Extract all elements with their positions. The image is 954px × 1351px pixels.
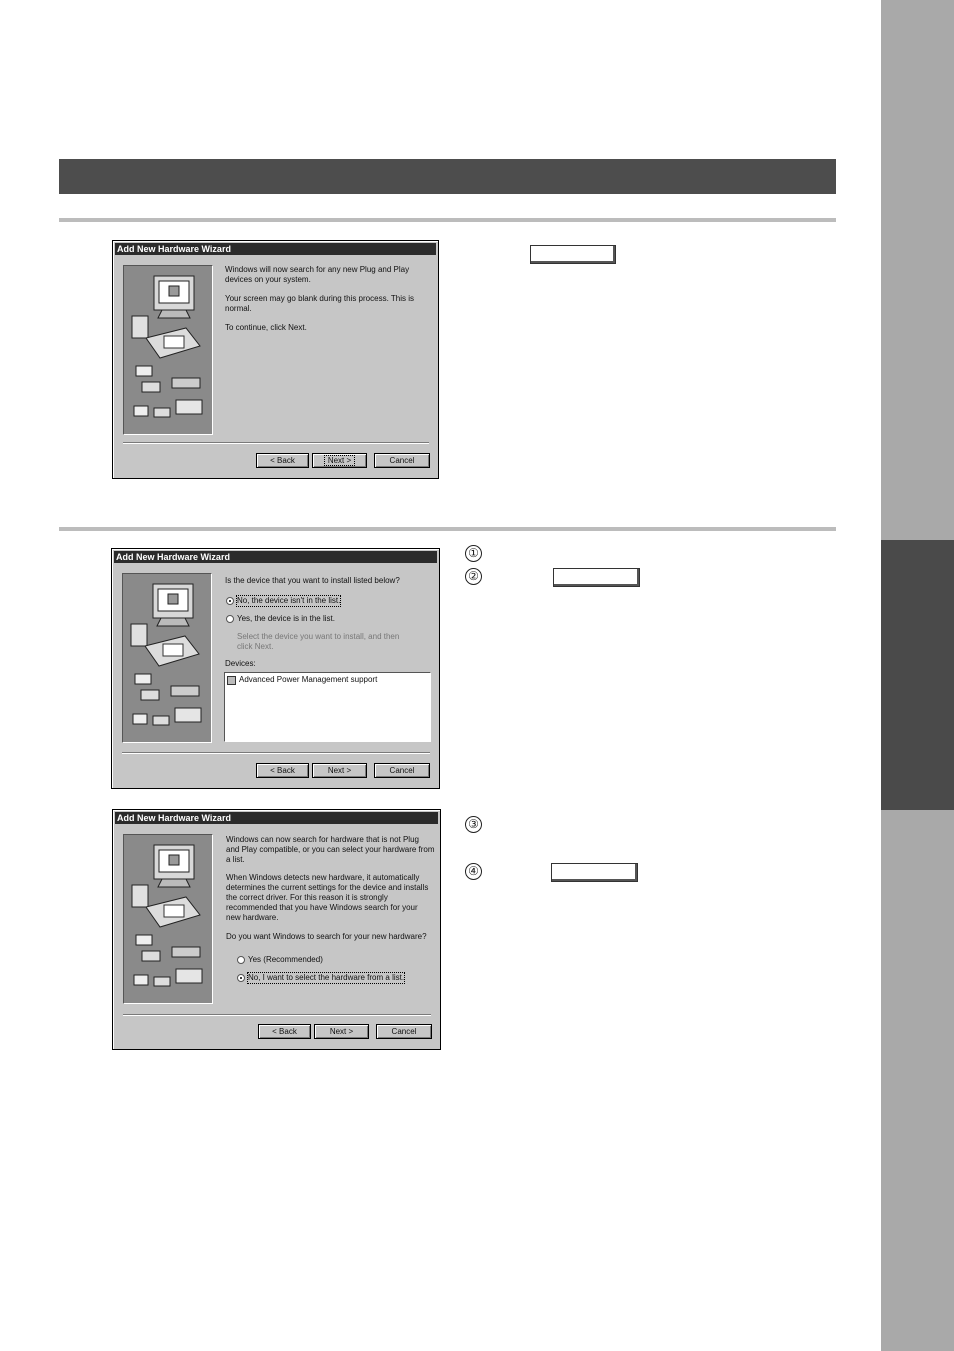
back-button[interactable]: < Back [256, 453, 309, 468]
dialog-title-bar: Add New Hardware Wizard [114, 551, 437, 563]
search-question: Do you want Windows to search for your n… [226, 932, 427, 941]
wizard-dialog-search-option: Add New Hardware Wizard Windows can now … [112, 809, 441, 1050]
back-button[interactable]: < Back [256, 763, 309, 778]
device-list-item[interactable]: Advanced Power Management support [239, 675, 377, 685]
next-button-reference [553, 568, 640, 587]
wizard-dialog-device-list: Add New Hardware Wizard Is the device th… [111, 548, 440, 789]
radio-select-from-list-label[interactable]: No, I want to select the hardware from a… [246, 972, 406, 984]
para1-line-3: a list. [226, 855, 245, 864]
section-header-bar [59, 159, 836, 194]
next-button[interactable]: Next > [312, 763, 367, 778]
devices-listbox[interactable]: Advanced Power Management support [224, 672, 431, 742]
devices-label: Devices: [225, 659, 256, 668]
para2-line-3: the correct driver. For this reason it i… [226, 893, 388, 902]
step-marker-1: ① [465, 545, 482, 562]
radio-in-list-label[interactable]: Yes, the device is in the list. [237, 614, 335, 624]
para1-line-1: Windows can now search for hardware that… [226, 835, 419, 844]
dialog-title-bar: Add New Hardware Wizard [115, 243, 436, 255]
intro-line-1: Windows will now search for any new Plug… [225, 265, 410, 274]
para2-line-4: recommended that you have Windows search… [226, 903, 418, 912]
device-chip-icon [227, 676, 236, 685]
side-tab-upper [881, 0, 954, 540]
button-separator [123, 442, 429, 444]
dialog-title-bar: Add New Hardware Wizard [115, 812, 438, 824]
radio-in-list[interactable] [226, 615, 234, 623]
step-marker-4: ④ [465, 863, 482, 880]
radio-search-yes[interactable] [237, 956, 245, 964]
intro-line-4: normal. [225, 304, 252, 313]
hardware-illustration-icon [122, 573, 212, 743]
wizard-dialog-search: Add New Hardware Wizard Windows will now… [112, 240, 439, 479]
radio-select-from-list[interactable] [237, 974, 245, 982]
step-divider-1 [59, 218, 836, 222]
cancel-button[interactable]: Cancel [374, 763, 430, 778]
question-text: Is the device that you want to install l… [225, 576, 400, 585]
para2-line-1: When Windows detects new hardware, it au… [226, 873, 420, 882]
cancel-button[interactable]: Cancel [376, 1024, 432, 1039]
next-button-reference [530, 245, 616, 264]
radio-search-yes-label[interactable]: Yes (Recommended) [248, 955, 323, 965]
para1-line-2: and Play compatible, or you can select y… [226, 845, 435, 854]
side-tab-lower [881, 810, 954, 1351]
next-button-reference [551, 863, 638, 882]
step-divider-2 [59, 527, 836, 531]
intro-line-3: Your screen may go blank during this pro… [225, 294, 414, 303]
intro-line-2: devices on your system. [225, 275, 311, 284]
radio-not-in-list[interactable] [226, 597, 234, 605]
next-button[interactable]: Next > [314, 1024, 369, 1039]
cancel-button[interactable]: Cancel [374, 453, 430, 468]
intro-line-5: To continue, click Next. [225, 323, 307, 332]
next-button[interactable]: Next > [312, 453, 367, 468]
select-hint-line-2: click Next. [237, 642, 274, 651]
radio-not-in-list-label[interactable]: No, the device isn't in the list. [235, 595, 342, 607]
hardware-illustration-icon [123, 265, 213, 435]
step-marker-2: ② [465, 568, 482, 585]
button-separator [122, 752, 430, 754]
button-separator [123, 1014, 431, 1016]
select-hint-line-1: Select the device you want to install, a… [237, 632, 400, 641]
back-button[interactable]: < Back [258, 1024, 311, 1039]
para2-line-5: new hardware. [226, 913, 279, 922]
para2-line-2: determines the current settings for the … [226, 883, 429, 892]
side-tab-active-section [881, 540, 954, 810]
step-marker-3: ③ [465, 816, 482, 833]
hardware-illustration-icon [123, 834, 213, 1004]
